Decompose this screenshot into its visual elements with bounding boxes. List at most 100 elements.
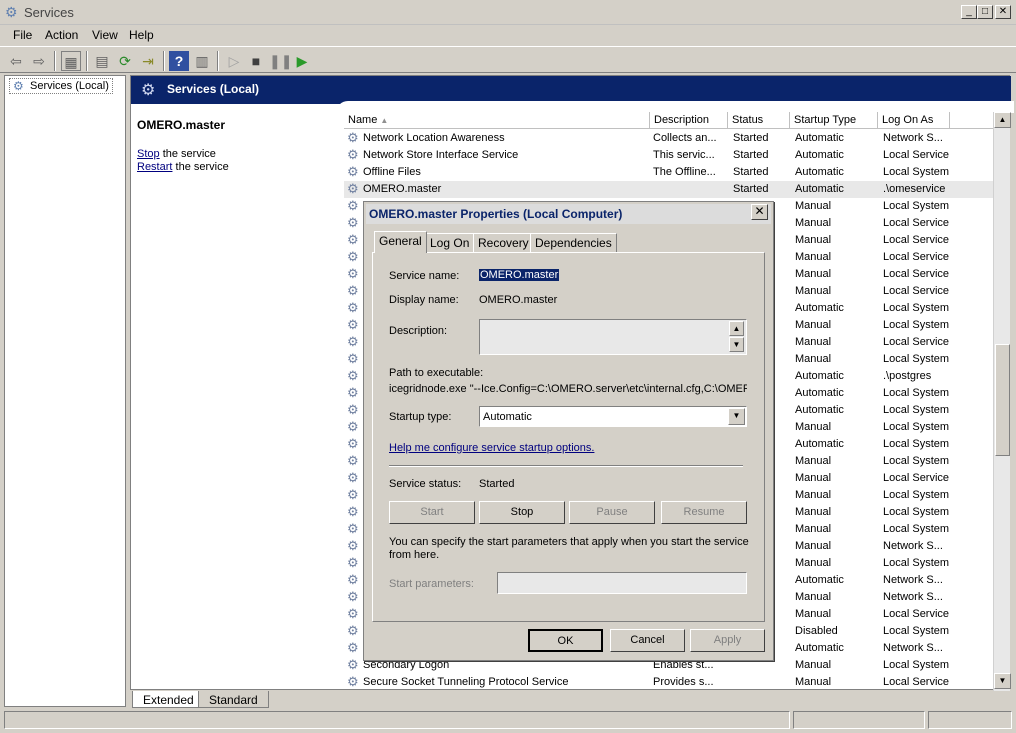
toolbar-separator: [86, 51, 88, 71]
cell-logon: Local System: [883, 200, 950, 212]
export-list-icon[interactable]: ⇥: [138, 51, 158, 71]
help-icon[interactable]: ?: [169, 51, 189, 71]
cell-startup: Manual: [795, 234, 832, 246]
cell-logon: Local System: [883, 659, 950, 671]
apply-button[interactable]: Apply: [690, 629, 765, 652]
startup-type-select[interactable]: Automatic ▼: [479, 406, 747, 427]
close-button[interactable]: ✕: [995, 5, 1011, 19]
ok-button[interactable]: OK: [528, 629, 603, 652]
pause-button[interactable]: Pause: [569, 501, 655, 524]
restart-service-icon[interactable]: ▶: [292, 51, 312, 71]
column-header-description[interactable]: Description: [650, 112, 728, 129]
table-row[interactable]: ⚙ Network Location Awareness Collects an..…: [344, 130, 994, 147]
tab-log-on[interactable]: Log On: [425, 233, 475, 252]
vertical-scrollbar[interactable]: ▲ ▼: [993, 112, 1011, 691]
chevron-down-icon[interactable]: ▼: [728, 408, 745, 425]
cell-startup: Automatic: [795, 132, 844, 144]
forward-icon[interactable]: ⇨: [29, 51, 49, 71]
menu-action[interactable]: Action: [45, 28, 78, 42]
menu-file[interactable]: File: [13, 28, 32, 42]
table-row[interactable]: ⚙ Secure Socket Tunneling Protocol Servic…: [344, 674, 994, 691]
cell-desc: Collects an...: [653, 132, 717, 144]
cell-startup: Manual: [795, 608, 832, 620]
start-params-input[interactable]: [497, 572, 747, 594]
cell-startup: Manual: [795, 591, 832, 603]
divider: [389, 465, 743, 467]
scroll-up-icon[interactable]: ▲: [994, 112, 1011, 128]
column-header-startup-type[interactable]: Startup Type: [790, 112, 878, 129]
cell-name: Network Location Awareness: [363, 132, 505, 144]
action-pane-icon[interactable]: ▥: [192, 51, 212, 71]
pause-service-icon[interactable]: ❚❚: [269, 51, 292, 71]
console-tree: ⚙ Services (Local): [4, 75, 126, 707]
table-row[interactable]: ⚙ Offline Files The Offline... Started Autom…: [344, 164, 994, 181]
column-header-status[interactable]: Status: [728, 112, 790, 129]
service-gear-icon: ⚙: [347, 522, 359, 536]
column-name-label: Name: [348, 114, 378, 126]
cell-logon: Local System: [883, 438, 950, 450]
cell-startup: Manual: [795, 676, 832, 688]
cell-logon: Local System: [883, 387, 950, 399]
tab-general[interactable]: General: [374, 231, 427, 253]
help-configure-link[interactable]: Help me configure service startup option…: [389, 442, 594, 454]
cell-startup: Manual: [795, 268, 832, 280]
stop-button[interactable]: Stop: [479, 501, 565, 524]
scroll-down-icon[interactable]: ▼: [994, 673, 1011, 689]
column-header-name[interactable]: Name ▲: [344, 112, 650, 129]
description-scroll-up-icon[interactable]: ▲: [729, 321, 744, 336]
cell-name: Network Store Interface Service: [363, 149, 519, 161]
cell-logon: Local System: [883, 625, 950, 637]
refresh-icon[interactable]: ⟳: [115, 51, 135, 71]
path-value: icegridnode.exe "--Ice.Config=C:\OMERO.s…: [389, 383, 747, 395]
tab-dependencies[interactable]: Dependencies: [530, 233, 617, 252]
dialog-title: OMERO.master Properties (Local Computer): [369, 207, 623, 221]
description-field[interactable]: ▲ ▼: [479, 319, 747, 355]
properties-icon[interactable]: ▤: [92, 51, 112, 71]
menu-view[interactable]: View: [92, 28, 118, 42]
cell-startup: Automatic: [795, 387, 844, 399]
cell-startup: Automatic: [795, 370, 844, 382]
restart-service-link[interactable]: Restart: [137, 161, 172, 173]
description-scroll-down-icon[interactable]: ▼: [729, 337, 744, 352]
cell-logon: Network S...: [883, 574, 943, 586]
minimize-button[interactable]: _: [961, 5, 977, 19]
tree-item-services-local[interactable]: ⚙ Services (Local): [9, 78, 113, 94]
toolbar-separator: [54, 51, 56, 71]
cell-startup: Manual: [795, 353, 832, 365]
startup-type-value: Automatic: [483, 411, 532, 423]
cell-logon: .\omeservice: [883, 183, 946, 195]
start-button[interactable]: Start: [389, 501, 475, 524]
service-status-label: Service status:: [389, 478, 462, 490]
cell-logon: Local System: [883, 404, 950, 416]
service-gear-icon: ⚙: [347, 624, 359, 638]
cell-logon: Local System: [883, 319, 950, 331]
cell-startup: Manual: [795, 455, 832, 467]
display-name-value: OMERO.master: [479, 294, 558, 306]
maximize-button[interactable]: □: [977, 5, 993, 19]
service-gear-icon: ⚙: [347, 607, 359, 621]
table-row[interactable]: ⚙ OMERO.master Started Automatic .\omeservic…: [344, 181, 994, 198]
scrollbar-thumb[interactable]: [995, 344, 1010, 456]
window-title: Services: [24, 5, 74, 20]
resume-button[interactable]: Resume: [661, 501, 747, 524]
show-hide-tree-icon[interactable]: ▦: [61, 51, 81, 71]
tab-standard[interactable]: Standard: [198, 691, 269, 708]
service-name-value[interactable]: OMERO.master: [479, 269, 560, 281]
cancel-button[interactable]: Cancel: [610, 629, 685, 652]
cell-status: Started: [733, 183, 769, 195]
tab-recovery[interactable]: Recovery: [473, 233, 534, 252]
tab-extended[interactable]: Extended: [132, 691, 205, 708]
stop-service-link[interactable]: Stop: [137, 148, 160, 160]
column-header-log-on-as[interactable]: Log On As: [878, 112, 950, 129]
service-gear-icon: ⚙: [347, 454, 359, 468]
dialog-close-button[interactable]: ✕: [751, 204, 768, 220]
cell-startup: Manual: [795, 217, 832, 229]
table-row[interactable]: ⚙ Network Store Interface Service This ser…: [344, 147, 994, 164]
start-service-icon[interactable]: ▷: [224, 51, 244, 71]
menu-help[interactable]: Help: [129, 28, 154, 42]
service-gear-icon: ⚙: [347, 352, 359, 366]
cell-logon: Local Service: [883, 217, 950, 229]
back-icon[interactable]: ⇦: [6, 51, 26, 71]
stop-service-icon[interactable]: ■: [246, 51, 266, 71]
cell-name: OMERO.master: [363, 183, 442, 195]
